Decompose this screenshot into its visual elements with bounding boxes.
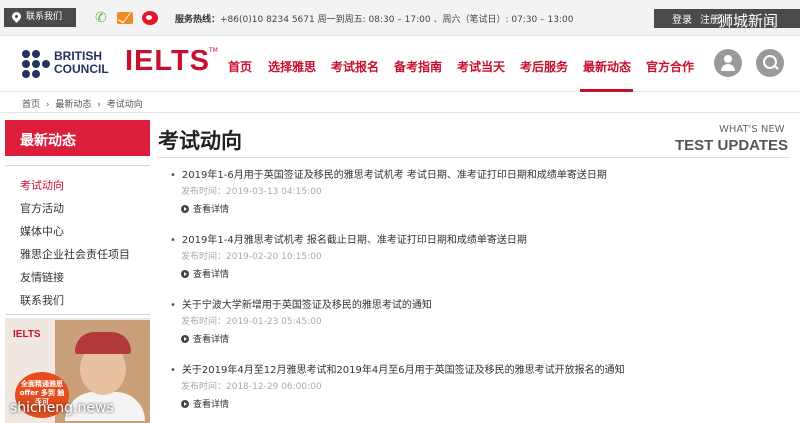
nav-test-day[interactable]: 考试当天 <box>457 58 505 75</box>
trademark-mark: TM <box>209 47 218 54</box>
page-title: 考试动向 <box>158 129 242 153</box>
british-council-wordmark[interactable]: BRITISH COUNCIL <box>54 50 109 76</box>
location-pin-icon <box>10 10 23 23</box>
sidebar-divider <box>5 314 150 315</box>
nav-active-indicator <box>580 89 633 92</box>
article-read-more[interactable]: 查看详情 <box>181 397 229 410</box>
sidebar-item-exam-updates[interactable]: 考试动向 <box>20 177 64 193</box>
sidebar-item-friendly-links[interactable]: 友情链接 <box>20 269 64 285</box>
breadcrumb-separator: › <box>45 100 50 110</box>
nav-registration[interactable]: 考试报名 <box>331 58 379 75</box>
breadcrumb-current: 考试动向 <box>106 100 143 110</box>
article-date: 发布时间：2018-12-29 06:00:00 <box>181 382 322 392</box>
read-more-label: 查看详情 <box>193 400 230 410</box>
play-circle-icon <box>181 400 189 408</box>
article-title[interactable]: 关于2019年4月至12月雅思考试和2019年4月至6月用于英国签证及移民的雅思… <box>170 361 625 376</box>
article-title[interactable]: 2019年1-4月雅思考试机考 报名截止日期、准考证打印日期和成绩单寄送日期 <box>170 231 527 246</box>
title-divider <box>158 157 790 158</box>
watermark-top: 狮城新闻 <box>718 12 779 30</box>
breadcrumb-home[interactable]: 首页 <box>22 100 40 110</box>
read-more-label: 查看详情 <box>193 335 230 345</box>
sidebar-item-contact[interactable]: 联系我们 <box>20 292 64 308</box>
service-hotline: 服务热线：+86(0)10 8234 5671 周一到周五: 08:30 – 1… <box>175 12 573 25</box>
nav-latest-news[interactable]: 最新动态 <box>583 58 631 75</box>
article-title[interactable]: 2019年1-6月用于英国签证及移民的雅思考试机考 考试日期、准考证打印日期和成… <box>170 166 607 181</box>
sidebar-item-official-events[interactable]: 官方活动 <box>20 200 64 216</box>
article-date: 发布时间：2019-03-13 04:15:00 <box>181 187 322 197</box>
play-circle-icon <box>181 205 189 213</box>
article-read-more[interactable]: 查看详情 <box>181 267 229 280</box>
breadcrumb-latest-news[interactable]: 最新动态 <box>55 100 91 110</box>
breadcrumb: 首页 › 最新动态 › 考试动向 <box>22 97 146 110</box>
hotline-label: 服务热线： <box>175 15 221 25</box>
search-icon[interactable] <box>756 49 784 77</box>
hotline-text: +86(0)10 8234 5671 周一到周五: 08:30 – 17:00 … <box>220 15 574 25</box>
british-council-logo-icon[interactable] <box>22 50 50 78</box>
article-read-more[interactable]: 查看详情 <box>181 332 229 345</box>
play-circle-icon <box>181 335 189 343</box>
register-link[interactable]: 注册 <box>700 11 720 26</box>
contact-us-button[interactable]: 联系我们 <box>4 8 76 27</box>
nav-prep-guide[interactable]: 备考指南 <box>394 58 442 75</box>
weibo-icon[interactable] <box>142 11 158 25</box>
sidebar-divider <box>5 165 150 166</box>
nav-after-test[interactable]: 考后服务 <box>520 58 568 75</box>
nav-choose-ielts[interactable]: 选择雅思 <box>268 58 316 75</box>
read-more-label: 查看详情 <box>193 270 230 280</box>
sidebar-item-media-center[interactable]: 媒体中心 <box>20 223 64 239</box>
login-link[interactable]: 登录 <box>672 11 692 26</box>
play-circle-icon <box>181 270 189 278</box>
read-more-label: 查看详情 <box>193 205 230 215</box>
article-date: 发布时间：2019-01-23 05:45:00 <box>181 317 322 327</box>
mail-icon[interactable] <box>117 12 133 24</box>
bc-line2: COUNCIL <box>54 62 109 76</box>
nav-home[interactable]: 首页 <box>228 58 252 75</box>
article-title[interactable]: 关于宁波大学新增用于英国签证及移民的雅思考试的通知 <box>170 296 432 311</box>
breadcrumb-divider <box>0 112 800 113</box>
phone-icon[interactable]: ✆ <box>95 11 109 25</box>
article-read-more[interactable]: 查看详情 <box>181 202 229 215</box>
whats-new-label: WHAT'S NEW <box>719 124 785 135</box>
nav-partnership[interactable]: 官方合作 <box>646 58 694 75</box>
test-updates-label: TEST UPDATES <box>675 137 789 154</box>
user-icon[interactable] <box>714 49 742 77</box>
sidebar-item-csr[interactable]: 雅思企业社会责任项目 <box>20 246 130 262</box>
promo-ielts-logo: IELTS <box>13 329 41 340</box>
watermark-bottom: shicheng.news <box>10 400 114 416</box>
article-date: 发布时间：2019-02-20 10:15:00 <box>181 252 322 262</box>
contact-us-label: 联系我们 <box>26 12 63 22</box>
breadcrumb-separator: › <box>97 100 101 110</box>
promo-figure-cap <box>75 332 131 354</box>
ielts-logo[interactable]: IELTS <box>125 45 210 78</box>
sidebar-title: 最新动态 <box>20 133 76 149</box>
